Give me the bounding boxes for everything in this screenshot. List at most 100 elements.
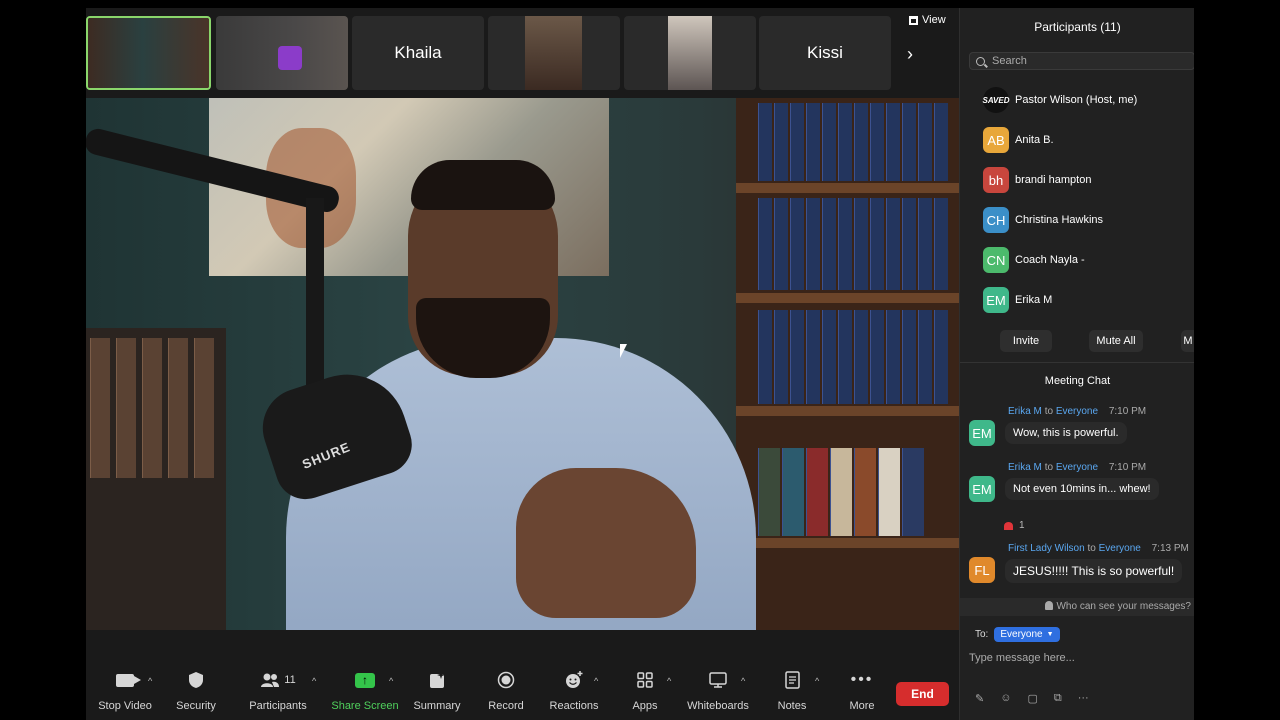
stop-video-button[interactable]: Stop Video	[86, 668, 165, 712]
screenshot-icon[interactable]: ⧉	[1054, 692, 1062, 705]
sender-name[interactable]: Erika M	[1008, 406, 1042, 417]
participant-actions: Invite Mute All M	[960, 330, 1194, 352]
speaker-hand	[516, 468, 696, 618]
summary-icon	[429, 671, 445, 688]
participants-button[interactable]: 11 Participants	[238, 668, 318, 712]
view-label: View	[922, 14, 946, 26]
message-time: 7:13 PM	[1151, 543, 1189, 554]
smiley-icon	[566, 671, 583, 688]
participants-icon	[261, 673, 280, 687]
heart-icon	[1004, 521, 1013, 530]
participant-list: SAVED Pastor Wilson (Host, me) AB Anita …	[960, 80, 1194, 320]
thumbnail-video	[88, 18, 209, 88]
summary-label: Summary	[413, 700, 461, 712]
chat-message: EM Erika M to Everyone 7:10 PM Not even …	[969, 462, 1194, 552]
participants-options-caret[interactable]: ^	[312, 676, 316, 686]
avatar: EM	[983, 287, 1009, 313]
active-speaker-video[interactable]: SHURE	[86, 98, 959, 630]
recipient-name: Everyone	[1055, 462, 1099, 473]
summary-button[interactable]: Summary	[397, 668, 477, 712]
reactions-options-caret[interactable]: ^	[594, 676, 598, 686]
book	[194, 338, 214, 478]
participant-name: brandi hampton	[1015, 174, 1092, 186]
apps-options-caret[interactable]: ^	[667, 676, 671, 686]
message-privacy-link[interactable]: Who can see your messages?	[960, 598, 1194, 616]
more-options-icon[interactable]: ···	[1078, 692, 1089, 705]
grid-icon	[909, 15, 918, 25]
sender-name[interactable]: Erika M	[1008, 462, 1042, 473]
record-icon	[497, 671, 515, 689]
mute-all-button[interactable]: Mute All	[1089, 330, 1143, 352]
book	[168, 338, 188, 478]
thumbnail-name: Kissi	[807, 43, 843, 62]
avatar: FL	[969, 557, 995, 583]
participant-name: Erika M	[1015, 294, 1053, 306]
video-thumbnail-strip: Khaila Kissi › View	[86, 8, 959, 98]
participants-more-button[interactable]: M	[1181, 330, 1194, 352]
avatar: CN	[983, 247, 1009, 273]
message-time: 7:10 PM	[1108, 406, 1147, 417]
chat-message-input[interactable]	[969, 646, 1189, 670]
end-meeting-button[interactable]: End	[896, 682, 949, 706]
participant-item[interactable]: SAVED Pastor Wilson (Host, me)	[960, 80, 1194, 120]
message-reaction[interactable]: 1	[1004, 520, 1025, 531]
meeting-toolbar: Stop Video ^ Security 11 Participants ^ …	[86, 668, 959, 720]
to-label: To:	[975, 629, 989, 640]
recipient-value: Everyone	[1000, 629, 1043, 640]
thumbnail-khaila[interactable]: Khaila	[352, 16, 484, 90]
recipient-select[interactable]: Everyone ▼	[994, 627, 1060, 642]
participants-count: 11	[284, 674, 296, 686]
more-button[interactable]: ••• More	[822, 668, 902, 712]
to-word: to	[1087, 543, 1096, 554]
thumbnail-pastor-wilson[interactable]	[86, 16, 211, 90]
participant-name: Pastor Wilson (Host, me)	[1015, 94, 1138, 106]
file-icon[interactable]: ▢	[1027, 692, 1037, 705]
thumbnail-participant-5[interactable]	[624, 16, 756, 90]
book-row	[758, 103, 958, 181]
security-button[interactable]: Security	[156, 668, 236, 712]
message-text: JESUS!!!!! This is so powerful!	[1005, 559, 1183, 583]
apps-button[interactable]: Apps	[605, 668, 685, 712]
participant-item[interactable]: AB Anita B.	[960, 120, 1194, 160]
recipient-name: Everyone	[1055, 406, 1099, 417]
whiteboards-options-caret[interactable]: ^	[741, 676, 745, 686]
chevron-down-icon: ▼	[1046, 631, 1054, 638]
participant-item[interactable]: CN Coach Nayla -	[960, 240, 1194, 280]
format-text-icon[interactable]: ✎	[975, 692, 984, 705]
participant-name: Coach Nayla -	[1015, 254, 1085, 266]
to-word: to	[1044, 462, 1054, 473]
record-label: Record	[488, 700, 524, 712]
invite-button[interactable]: Invite	[1000, 330, 1052, 352]
thumbnail-participant-2[interactable]	[216, 16, 348, 90]
video-options-caret[interactable]: ^	[148, 676, 152, 686]
side-panel: Participants (11) SAVED Pastor Wilson (H…	[959, 8, 1194, 720]
reactions-label: Reactions	[549, 700, 599, 712]
sender-name[interactable]: First Lady Wilson	[1008, 543, 1085, 554]
thumbnail-participant-4[interactable]	[488, 16, 620, 90]
participants-search[interactable]	[969, 52, 1194, 70]
zoom-meeting-window: Khaila Kissi › View SHURE Stop Video ^ S…	[86, 8, 1194, 720]
participant-item[interactable]: CH Christina Hawkins	[960, 200, 1194, 240]
notes-button[interactable]: Notes	[752, 668, 832, 712]
view-button[interactable]: View	[909, 14, 946, 26]
reactions-button[interactable]: Reactions	[534, 668, 614, 712]
chevron-right-icon[interactable]: ›	[901, 44, 919, 64]
thumbnail-kissi[interactable]: Kissi	[759, 16, 891, 90]
book	[90, 338, 110, 478]
participant-search-input[interactable]	[992, 55, 1182, 67]
avatar: SAVED	[983, 87, 1009, 113]
thumbnail-name: Khaila	[394, 43, 442, 62]
notes-options-caret[interactable]: ^	[815, 676, 819, 686]
message-meta: First Lady Wilson to Everyone 7:13 PM	[1008, 543, 1189, 554]
microphone-pole	[306, 198, 324, 398]
whiteboards-button[interactable]: Whiteboards	[678, 668, 758, 712]
participant-item[interactable]: bh brandi hampton	[960, 160, 1194, 200]
participant-item[interactable]: EM Erika M	[960, 280, 1194, 320]
share-screen-button[interactable]: ↑ Share Screen	[325, 668, 405, 712]
share-options-caret[interactable]: ^	[389, 676, 393, 686]
emoji-icon[interactable]: ☺	[1000, 692, 1011, 705]
chat-messages[interactable]: EM Erika M to Everyone 7:10 PM Wow, this…	[960, 400, 1194, 596]
reaction-count: 1	[1019, 520, 1025, 531]
to-word: to	[1044, 406, 1054, 417]
panel-divider	[960, 362, 1194, 363]
